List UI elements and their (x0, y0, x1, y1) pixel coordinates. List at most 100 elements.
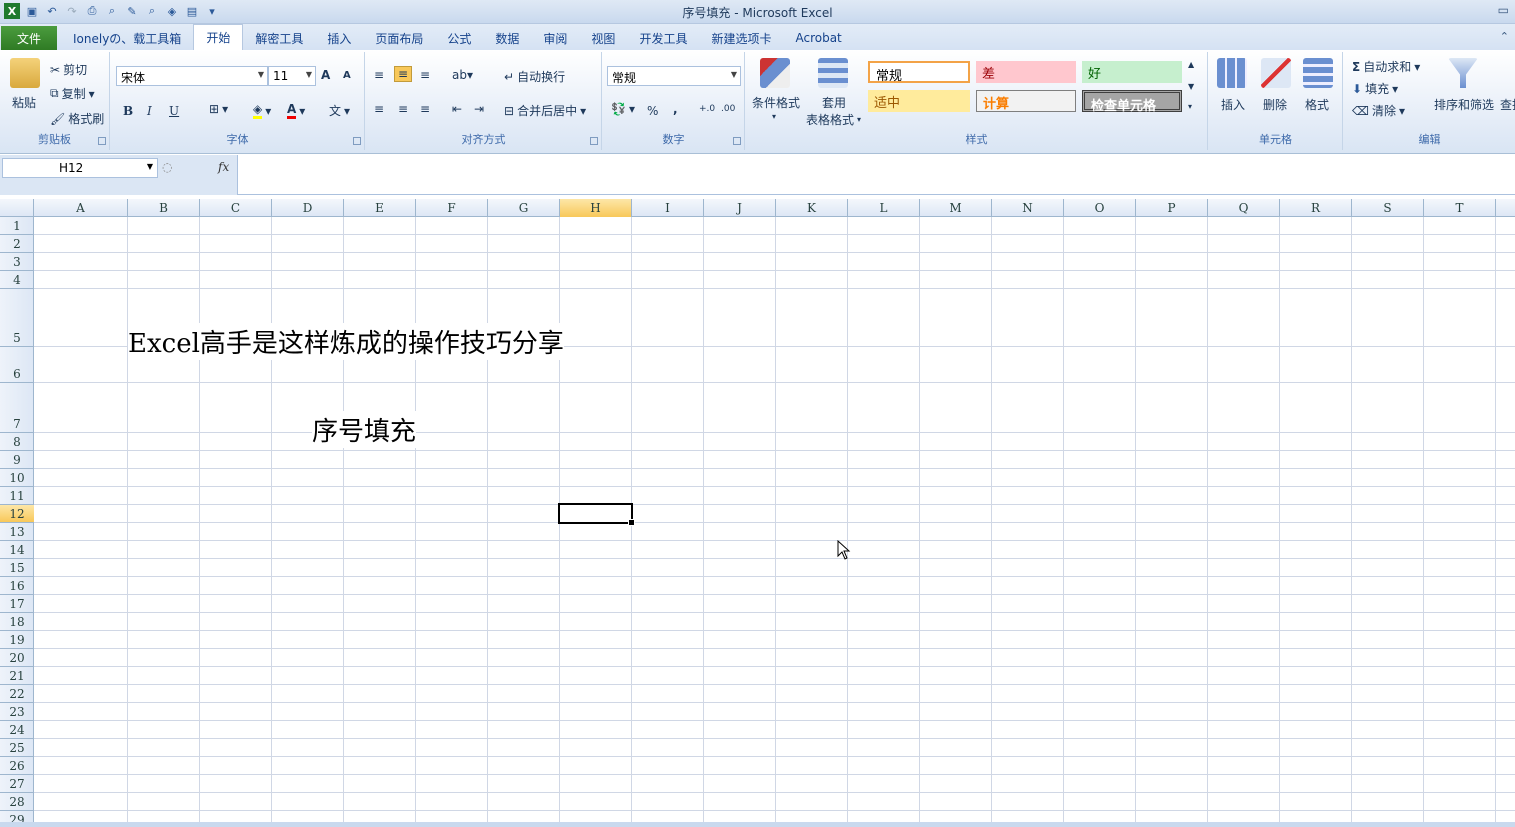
row-header-1[interactable]: 1 (0, 217, 34, 235)
name-box[interactable]: H12 ▼ (2, 158, 158, 178)
delete-cells-icon[interactable] (1261, 58, 1291, 88)
row-header-7[interactable]: 7 (0, 383, 34, 433)
conditional-format-button[interactable]: 条件格式 (752, 94, 800, 111)
styles-scroll-up-icon[interactable]: ▲ (1188, 60, 1194, 69)
row-header-15[interactable]: 15 (0, 559, 34, 577)
row-header-4[interactable]: 4 (0, 271, 34, 289)
tab-new-tab[interactable]: 新建选项卡 (699, 26, 783, 50)
number-format-select[interactable]: 常规 ▼ (607, 66, 741, 86)
italic-button[interactable]: I (147, 104, 152, 118)
increase-indent-icon[interactable]: ⇥ (474, 102, 484, 116)
row-header-20[interactable]: 20 (0, 649, 34, 667)
tab-view[interactable]: 视图 (579, 26, 627, 50)
increase-decimal-icon[interactable]: +.0 (699, 104, 715, 114)
grow-font-button[interactable]: A (321, 68, 330, 82)
row-header-19[interactable]: 19 (0, 631, 34, 649)
wrap-text-button[interactable]: ↵ 自动换行 (504, 68, 565, 85)
tab-page-layout[interactable]: 页面布局 (363, 26, 435, 50)
row-header-8[interactable]: 8 (0, 433, 34, 451)
style-neutral[interactable]: 适中 (868, 90, 970, 112)
align-left-icon[interactable]: ≡ (374, 102, 384, 116)
column-header-i[interactable]: I (632, 199, 704, 217)
styles-more-icon[interactable]: ▾ (1188, 102, 1192, 111)
tab-acrobat[interactable]: Acrobat (783, 26, 853, 50)
row-header-14[interactable]: 14 (0, 541, 34, 559)
column-header-o[interactable]: O (1064, 199, 1136, 217)
format-cells-button[interactable]: 格式 (1305, 96, 1329, 113)
table-format-button-2[interactable]: 表格格式 ▾ (806, 111, 861, 128)
row-header-23[interactable]: 23 (0, 703, 34, 721)
tab-decrypt[interactable]: 解密工具 (243, 26, 315, 50)
style-check-cell[interactable]: 检查单元格 (1082, 90, 1182, 114)
align-right-icon[interactable]: ≡ (420, 102, 430, 116)
select-all-corner[interactable] (0, 199, 34, 217)
row-header-2[interactable]: 2 (0, 235, 34, 253)
column-header-n[interactable]: N (992, 199, 1064, 217)
row-header-21[interactable]: 21 (0, 667, 34, 685)
column-header-m[interactable]: M (920, 199, 992, 217)
style-good[interactable]: 好 (1082, 61, 1182, 83)
bold-button[interactable]: B (123, 104, 133, 118)
align-bottom-icon[interactable]: ≡ (420, 68, 430, 82)
row-header-25[interactable]: 25 (0, 739, 34, 757)
orientation-icon[interactable]: ab▾ (452, 68, 473, 82)
column-header-k[interactable]: K (776, 199, 848, 217)
tab-toolbox[interactable]: Ionelyの、载工具箱 (61, 26, 193, 50)
comma-button[interactable]: , (673, 102, 678, 116)
find-button[interactable]: 查找 (1500, 96, 1515, 113)
tab-home[interactable]: 开始 (193, 24, 244, 50)
styles-scroll-down-icon[interactable]: ▼ (1188, 82, 1194, 91)
row-header-3[interactable]: 3 (0, 253, 34, 271)
row-header-13[interactable]: 13 (0, 523, 34, 541)
align-center-icon[interactable]: ≡ (398, 102, 408, 116)
cell-d7[interactable]: 序号填充 (312, 411, 417, 448)
clipboard-launcher-icon[interactable] (98, 137, 106, 145)
conditional-format-arrow-icon[interactable]: ▾ (772, 112, 776, 121)
font-color-button[interactable]: A ▾ (287, 102, 305, 119)
style-calculation[interactable]: 计算 (976, 90, 1076, 112)
row-header-6[interactable]: 6 (0, 347, 34, 383)
row-header-5[interactable]: 5 (0, 289, 34, 347)
row-header-28[interactable]: 28 (0, 793, 34, 811)
decrease-indent-icon[interactable]: ⇤ (452, 102, 462, 116)
tab-formulas[interactable]: 公式 (435, 26, 483, 50)
column-header-l[interactable]: L (848, 199, 920, 217)
merge-center-button[interactable]: ⊟ 合并后居中 ▾ (504, 102, 586, 119)
active-cell[interactable] (558, 503, 635, 526)
column-header-s[interactable]: S (1352, 199, 1424, 217)
autosum-button[interactable]: Σ 自动求和 ▾ (1352, 58, 1420, 75)
table-format-button[interactable]: 套用 (822, 94, 846, 111)
column-header-j[interactable]: J (704, 199, 776, 217)
tab-file[interactable]: 文件 (1, 26, 57, 50)
column-header-t[interactable]: T (1424, 199, 1496, 217)
insert-cells-icon[interactable] (1217, 58, 1247, 88)
number-launcher-icon[interactable] (733, 137, 741, 145)
currency-button[interactable]: 💱 ▾ (611, 102, 635, 116)
format-cells-icon[interactable] (1303, 58, 1333, 88)
cell-b5[interactable]: Excel高手是这样炼成的操作技巧分享 (128, 323, 564, 360)
column-header-d[interactable]: D (272, 199, 344, 217)
tab-data[interactable]: 数据 (483, 26, 531, 50)
underline-button[interactable]: U (169, 104, 179, 118)
conditional-format-icon[interactable] (760, 58, 790, 88)
tab-developer[interactable]: 开发工具 (627, 26, 699, 50)
fill-color-button[interactable]: ◈ ▾ (253, 102, 271, 119)
expand-icon[interactable]: ◌ (162, 160, 172, 174)
paste-button[interactable]: 粘贴 (12, 94, 36, 111)
format-painter-button[interactable]: 🖌 格式刷 (50, 110, 104, 127)
column-header-p[interactable]: P (1136, 199, 1208, 217)
column-header-f[interactable]: F (416, 199, 488, 217)
font-launcher-icon[interactable] (353, 137, 361, 145)
row-header-10[interactable]: 10 (0, 469, 34, 487)
table-format-icon[interactable] (818, 58, 848, 88)
insert-cells-button[interactable]: 插入 (1221, 96, 1245, 113)
paste-icon[interactable] (10, 58, 40, 88)
row-header-22[interactable]: 22 (0, 685, 34, 703)
column-header-g[interactable]: G (488, 199, 560, 217)
column-header-r[interactable]: R (1280, 199, 1352, 217)
sort-filter-button[interactable]: 排序和筛选 (1434, 96, 1494, 113)
row-header-24[interactable]: 24 (0, 721, 34, 739)
row-header-27[interactable]: 27 (0, 775, 34, 793)
insert-function-icon[interactable]: fx (218, 160, 229, 174)
column-header-h[interactable]: H (560, 199, 632, 217)
